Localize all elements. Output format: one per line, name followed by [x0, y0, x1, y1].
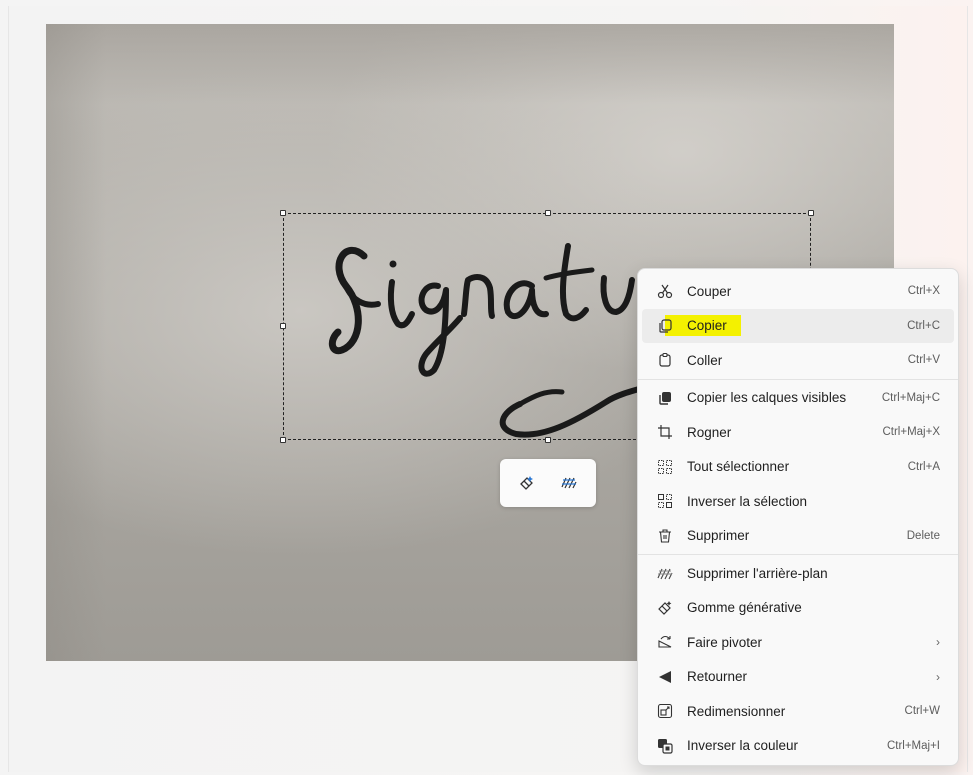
menu-label: Copier — [665, 315, 741, 337]
generative-erase-icon — [656, 599, 674, 617]
menu-item-select-all[interactable]: Tout sélectionner Ctrl+A — [642, 450, 954, 485]
flip-icon — [656, 668, 674, 686]
invert-selection-icon — [656, 492, 674, 510]
crop-icon — [656, 423, 674, 441]
menu-label: Coller — [687, 352, 723, 368]
menu-shortcut: Ctrl+A — [907, 460, 940, 473]
menu-label: Redimensionner — [687, 703, 786, 719]
scissors-icon — [656, 282, 674, 300]
menu-shortcut: Ctrl+Maj+X — [882, 426, 940, 439]
resize-handle-top-left[interactable] — [280, 210, 286, 216]
menu-label: Tout sélectionner — [687, 459, 790, 475]
menu-separator — [638, 378, 958, 380]
menu-label: Rogner — [687, 424, 732, 440]
menu-shortcut: Ctrl+C — [907, 319, 940, 332]
menu-shortcut: Delete — [906, 529, 940, 542]
copy-icon — [656, 317, 674, 335]
trash-icon — [656, 527, 674, 545]
menu-label: Supprimer l'arrière-plan — [687, 565, 828, 581]
menu-shortcut: Ctrl+Maj+C — [881, 391, 940, 404]
chevron-right-icon: › — [936, 635, 940, 650]
menu-label: Couper — [687, 283, 732, 299]
resize-handle-bottom[interactable] — [545, 437, 551, 443]
resize-handle-left[interactable] — [280, 323, 286, 329]
menu-item-paste[interactable]: Coller Ctrl+V — [642, 343, 954, 378]
menu-label: Copier les calques visibles — [687, 390, 847, 406]
menu-separator — [638, 554, 958, 555]
chevron-right-icon: › — [936, 669, 940, 684]
menu-label: Inverser la couleur — [687, 738, 799, 754]
select-all-icon — [656, 458, 674, 476]
menu-shortcut: Ctrl+V — [907, 354, 940, 367]
rotate-icon — [656, 633, 674, 651]
menu-item-crop[interactable]: Rogner Ctrl+Maj+X — [642, 415, 954, 450]
menu-item-flip[interactable]: Retourner › — [642, 660, 954, 695]
menu-item-resize[interactable]: Redimensionner Ctrl+W — [642, 694, 954, 729]
menu-item-cut[interactable]: Couper Ctrl+X — [642, 274, 954, 309]
menu-item-remove-background[interactable]: Supprimer l'arrière-plan — [642, 556, 954, 591]
generative-erase-icon — [520, 476, 533, 490]
invert-color-icon — [656, 737, 674, 755]
menu-shortcut: Ctrl+W — [904, 705, 940, 718]
resize-handle-top[interactable] — [545, 210, 551, 216]
remove-background-button[interactable] — [557, 471, 581, 495]
menu-item-rotate[interactable]: Faire pivoter › — [642, 625, 954, 660]
resize-handle-top-right[interactable] — [808, 210, 814, 216]
resize-handle-bottom-left[interactable] — [280, 437, 286, 443]
menu-item-delete[interactable]: Supprimer Delete — [642, 519, 954, 554]
menu-label: Gomme générative — [687, 600, 802, 616]
menu-label: Faire pivoter — [687, 634, 763, 650]
menu-item-invert-color[interactable]: Inverser la couleur Ctrl+Maj+I — [642, 729, 954, 764]
menu-label: Retourner — [687, 669, 748, 685]
menu-label: Inverser la sélection — [687, 493, 808, 509]
resize-icon — [656, 702, 674, 720]
selection-mini-toolbar — [500, 459, 596, 507]
context-menu: Couper Ctrl+X Copier Ctrl+C Coller Ctrl+… — [637, 268, 959, 766]
remove-background-icon — [561, 477, 577, 489]
menu-item-invert-selection[interactable]: Inverser la sélection — [642, 484, 954, 519]
remove-background-icon — [656, 564, 674, 582]
menu-item-copy-visible-layers[interactable]: Copier les calques visibles Ctrl+Maj+C — [642, 381, 954, 416]
paste-icon — [656, 351, 674, 369]
menu-shortcut: Ctrl+Maj+I — [886, 739, 940, 752]
menu-item-generative-erase[interactable]: Gomme générative — [642, 591, 954, 626]
menu-label: Supprimer — [687, 528, 750, 544]
menu-item-copy[interactable]: Copier Ctrl+C — [642, 308, 954, 343]
menu-shortcut: Ctrl+X — [907, 285, 940, 298]
copy-layers-icon — [656, 389, 674, 407]
generative-erase-button[interactable] — [515, 471, 539, 495]
